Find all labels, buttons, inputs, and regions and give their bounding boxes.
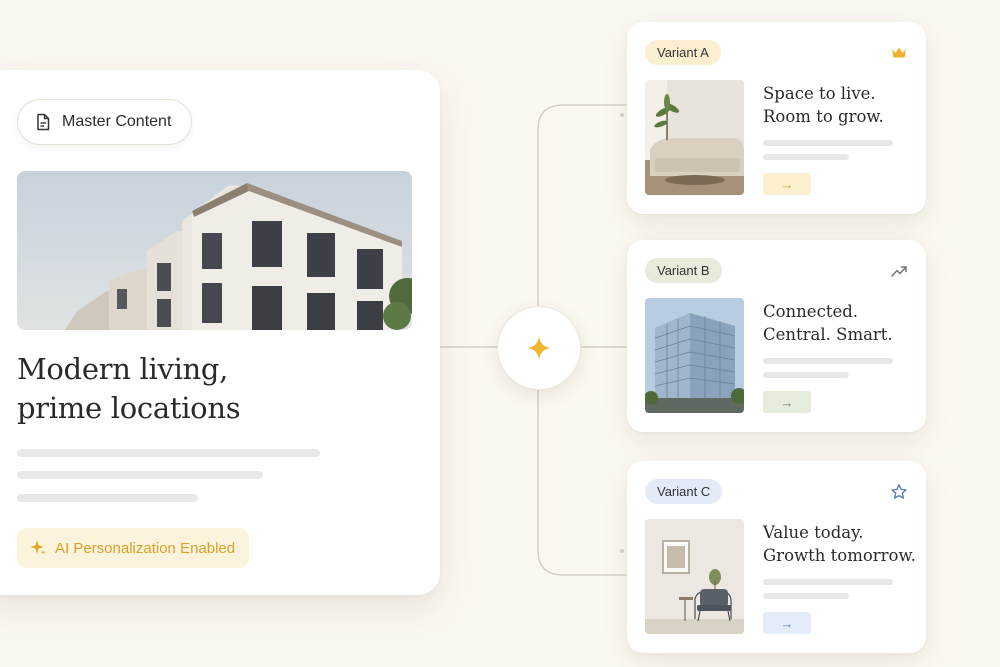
text-placeholder-line <box>763 358 893 364</box>
sparkle-icon <box>30 540 46 555</box>
living-room-image <box>645 80 744 195</box>
crown-icon <box>892 47 906 58</box>
variant-b-pill: Variant B <box>645 258 722 283</box>
trending-up-icon <box>891 266 907 277</box>
ai-hub-node[interactable] <box>497 306 581 390</box>
variant-card-b[interactable]: Variant B Connected. Central. Smart. → <box>627 240 926 432</box>
master-content-pill[interactable]: Master Content <box>17 99 193 145</box>
office-building-image <box>645 298 744 413</box>
sparkle-icon <box>527 336 551 360</box>
variant-c-arrow-button[interactable]: → <box>763 612 811 634</box>
document-icon <box>37 113 50 131</box>
text-placeholder-line <box>763 140 893 146</box>
variant-a-pill: Variant A <box>645 40 721 65</box>
ai-personalization-badge: AI Personalization Enabled <box>17 528 250 568</box>
text-placeholder-line <box>17 471 263 479</box>
arrow-right-icon: → <box>780 394 794 410</box>
ai-badge-label: AI Personalization Enabled <box>55 539 236 557</box>
variant-a-label: Variant A <box>657 45 709 60</box>
master-title: Modern living, prime locations <box>17 350 397 428</box>
text-placeholder-line <box>763 579 893 585</box>
variant-a-headline: Space to live. Room to grow. <box>763 84 884 126</box>
text-placeholder-line <box>763 154 849 160</box>
variant-b-arrow-button[interactable]: → <box>763 391 811 413</box>
arrow-right-icon: → <box>780 176 794 192</box>
arrow-right-icon: → <box>780 615 794 631</box>
text-placeholder-line <box>17 494 198 502</box>
master-content-card: Master Content Modern living, prime loca… <box>0 70 440 595</box>
variant-b-headline: Connected. Central. Smart. <box>763 302 893 344</box>
variant-a-arrow-button[interactable]: → <box>763 173 811 195</box>
variant-c-pill: Variant C <box>645 479 723 504</box>
text-placeholder-line <box>17 449 320 457</box>
star-icon <box>891 484 907 499</box>
hero-building-image <box>17 171 412 330</box>
variant-card-c[interactable]: Variant C Value today. Growth tomorrow. … <box>627 461 926 653</box>
master-title-line1: Modern living, <box>17 352 229 386</box>
variant-b-label: Variant B <box>657 263 710 278</box>
variant-card-a[interactable]: Variant A Space to live. Room to grow. → <box>627 22 926 214</box>
text-placeholder-line <box>763 372 849 378</box>
master-content-label: Master Content <box>62 113 172 130</box>
minimal-room-image <box>645 519 744 634</box>
master-title-line2: prime locations <box>17 391 241 425</box>
variant-c-label: Variant C <box>657 484 711 499</box>
variant-c-headline: Value today. Growth tomorrow. <box>763 523 916 565</box>
text-placeholder-line <box>763 593 849 599</box>
